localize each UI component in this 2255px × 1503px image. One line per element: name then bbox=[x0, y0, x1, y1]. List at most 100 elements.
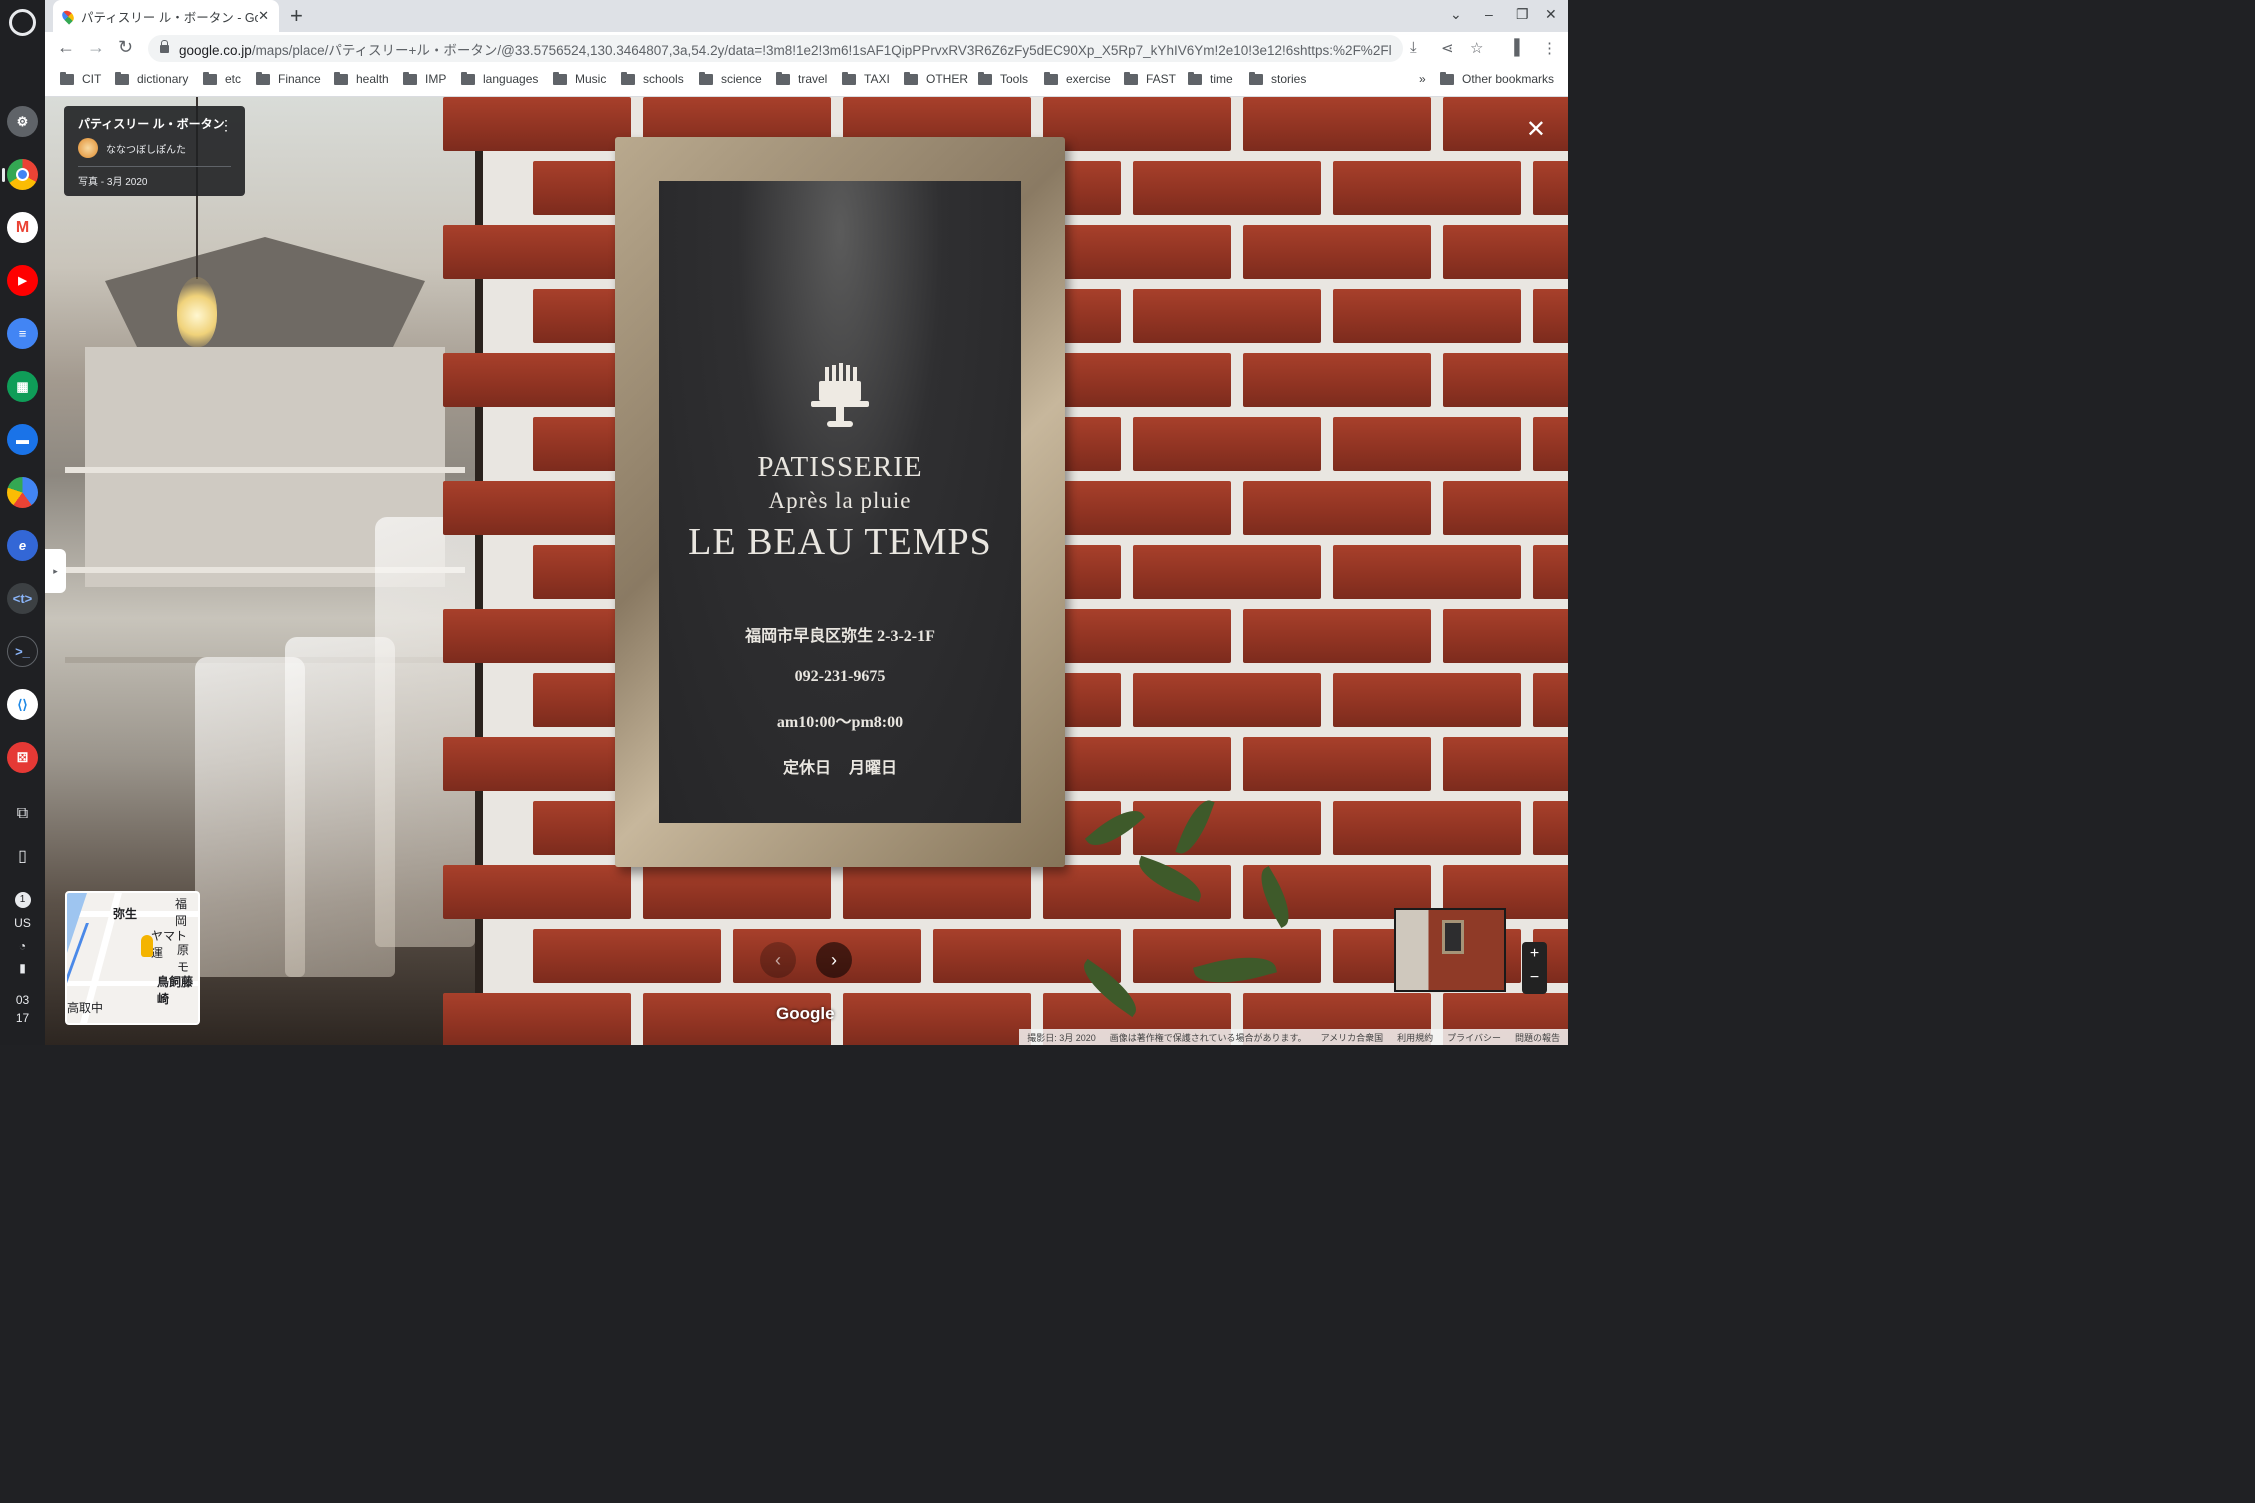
bookmark-folder[interactable]: FAST bbox=[1124, 71, 1176, 86]
bookmark-folder[interactable]: languages bbox=[461, 71, 538, 86]
bookmark-folder[interactable]: Tools bbox=[978, 71, 1029, 86]
google-logo: Google bbox=[776, 1004, 835, 1023]
bookmark-folder[interactable]: time bbox=[1188, 71, 1233, 86]
close-window-icon[interactable]: ✕ bbox=[1545, 6, 1557, 23]
more-options-icon[interactable]: ⋮ bbox=[219, 117, 233, 134]
place-name[interactable]: パティスリー ル・ボータン bbox=[78, 115, 231, 132]
bookmark-folder[interactable]: Finance bbox=[256, 71, 321, 86]
author-name[interactable]: ななつぼしぽんた bbox=[106, 141, 186, 156]
zoom-out-button[interactable]: − bbox=[1522, 966, 1547, 990]
bookmark-label: Tools bbox=[1000, 72, 1029, 86]
bookmark-folder[interactable]: health bbox=[334, 71, 389, 86]
text-icon[interactable]: e bbox=[7, 530, 38, 561]
toolbar: ← → ↻ google.co.jp/maps/place/パティスリー+ル・ボ… bbox=[45, 32, 1568, 64]
previous-photo-button[interactable]: ‹ bbox=[760, 942, 796, 978]
new-tab-button[interactable]: + bbox=[290, 3, 303, 29]
gmail-icon[interactable]: M bbox=[7, 212, 38, 243]
bookmark-folder[interactable]: stories bbox=[1249, 71, 1306, 86]
bookmark-folder[interactable]: exercise bbox=[1044, 71, 1111, 86]
vscode-icon[interactable]: ⟨⟩ bbox=[7, 689, 38, 720]
other-bookmarks[interactable]: Other bookmarks bbox=[1440, 71, 1554, 86]
tab-search-icon[interactable]: ⌄ bbox=[1450, 6, 1462, 23]
folder-icon bbox=[461, 71, 475, 85]
notification-count[interactable]: 1 bbox=[0, 891, 45, 908]
battery-icon[interactable]: ▮ bbox=[0, 961, 45, 975]
country-link[interactable]: アメリカ合衆国 bbox=[1321, 1031, 1384, 1044]
sheets-icon[interactable]: ▦ bbox=[7, 371, 38, 402]
place-info-card: パティスリー ル・ボータン ⋮ ななつぼしぽんた 写真 - 3月 2020 bbox=[64, 106, 245, 196]
bookmark-label: etc bbox=[225, 72, 242, 86]
share-icon[interactable]: ⋖ bbox=[1441, 39, 1454, 57]
terms-link[interactable]: 利用規約 bbox=[1397, 1031, 1433, 1044]
chrome-icon[interactable] bbox=[7, 159, 38, 190]
bookmark-folder[interactable]: IMP bbox=[403, 71, 446, 86]
bookmark-folder[interactable]: OTHER bbox=[904, 71, 968, 86]
folder-icon bbox=[776, 71, 790, 85]
clock-day[interactable]: 17 bbox=[0, 1011, 45, 1025]
forward-icon[interactable]: → bbox=[87, 37, 105, 58]
phone-hub-icon[interactable]: ▯ bbox=[0, 846, 45, 866]
bookmarks-overflow-button[interactable]: » bbox=[1419, 72, 1426, 86]
zoom-in-button[interactable]: + bbox=[1522, 942, 1547, 966]
bookmark-folder[interactable]: etc bbox=[203, 71, 242, 86]
expand-panel-button[interactable]: ▸ bbox=[45, 549, 66, 593]
address-bar[interactable]: google.co.jp/maps/place/パティスリー+ル・ボータン/@3… bbox=[148, 35, 1403, 62]
reload-icon[interactable]: ↻ bbox=[118, 37, 133, 58]
restore-icon[interactable]: ❐ bbox=[1516, 6, 1529, 23]
sign-closed-day: 定休日 月曜日 bbox=[782, 760, 897, 777]
settings-icon[interactable]: ⚙ bbox=[7, 106, 38, 137]
launcher-icon[interactable] bbox=[9, 9, 36, 36]
next-photo-button[interactable]: › bbox=[816, 942, 852, 978]
photo-thumbnail[interactable] bbox=[1394, 908, 1506, 992]
url-text[interactable]: google.co.jp/maps/place/パティスリー+ル・ボータン/@3… bbox=[179, 39, 1391, 59]
bookmark-folder[interactable]: Music bbox=[553, 71, 606, 86]
photos-icon[interactable] bbox=[7, 477, 38, 508]
bookmark-label: science bbox=[721, 72, 762, 86]
wifi-icon[interactable]: ◔ bbox=[0, 939, 45, 953]
folder-icon bbox=[115, 71, 129, 85]
folder-icon bbox=[978, 71, 992, 85]
tab-google-maps[interactable]: パティスリー ル・ボータン - Goo ✕ bbox=[53, 0, 279, 32]
bookmark-folder[interactable]: science bbox=[699, 71, 762, 86]
bookmark-folder[interactable]: travel bbox=[776, 71, 827, 86]
folder-icon bbox=[203, 71, 217, 85]
minimap[interactable]: 弥生 福岡 ヤマト運 原モ 鳥飼藤崎 高取中 bbox=[65, 891, 200, 1025]
folder-icon bbox=[904, 71, 918, 85]
author-row[interactable]: ななつぼしぽんた bbox=[78, 138, 231, 158]
zoom-control: + − bbox=[1522, 942, 1547, 994]
url-host: google.co.jp bbox=[179, 42, 252, 58]
ime-indicator[interactable]: US bbox=[0, 916, 45, 930]
folder-icon bbox=[1044, 71, 1058, 85]
files-icon[interactable]: ▬ bbox=[7, 424, 38, 455]
clock-month[interactable]: 03 bbox=[0, 993, 45, 1007]
side-panel-icon[interactable]: ▐ bbox=[1509, 39, 1520, 56]
privacy-link[interactable]: プライバシー bbox=[1447, 1031, 1501, 1044]
caret-icon[interactable]: <t> bbox=[7, 583, 38, 614]
terminal-icon[interactable]: >_ bbox=[7, 636, 38, 667]
close-icon[interactable]: ✕ bbox=[1526, 115, 1546, 144]
bookmark-star-icon[interactable]: ☆ bbox=[1470, 39, 1483, 57]
minimize-icon[interactable]: – bbox=[1485, 6, 1493, 22]
bookmark-folder[interactable]: dictionary bbox=[115, 71, 188, 86]
docs-icon[interactable]: ≡ bbox=[7, 318, 38, 349]
folder-icon bbox=[621, 71, 635, 85]
bookmark-folder[interactable]: schools bbox=[621, 71, 684, 86]
report-problem-link[interactable]: 問題の報告 bbox=[1515, 1031, 1560, 1044]
back-icon[interactable]: ← bbox=[57, 37, 75, 58]
street-view-photo[interactable]: PATISSERIE Après la pluie LE BEAU TEMPS … bbox=[45, 97, 1568, 1045]
screen-capture-icon[interactable]: ⧉ bbox=[0, 805, 45, 823]
youtube-icon[interactable]: ▶ bbox=[7, 265, 38, 296]
tab-close-icon[interactable]: ✕ bbox=[258, 8, 269, 24]
install-icon[interactable]: ⤓ bbox=[1410, 39, 1417, 56]
bookmark-folder[interactable]: CIT bbox=[60, 71, 101, 86]
chrome-menu-icon[interactable]: ⋮ bbox=[1542, 39, 1557, 57]
dice-icon[interactable]: ⚄ bbox=[7, 742, 38, 773]
folder-icon bbox=[1440, 71, 1454, 85]
lock-icon[interactable] bbox=[160, 39, 169, 53]
bookmark-folder[interactable]: TAXI bbox=[842, 71, 890, 86]
folder-icon bbox=[403, 71, 417, 85]
attribution-footer: 撮影日: 3月 2020 画像は著作権で保護されている場合があります。 アメリカ… bbox=[1019, 1029, 1568, 1045]
pegman-icon[interactable] bbox=[141, 935, 153, 957]
avatar[interactable] bbox=[78, 138, 98, 158]
map-label: 鳥飼藤崎 bbox=[157, 975, 194, 1006]
